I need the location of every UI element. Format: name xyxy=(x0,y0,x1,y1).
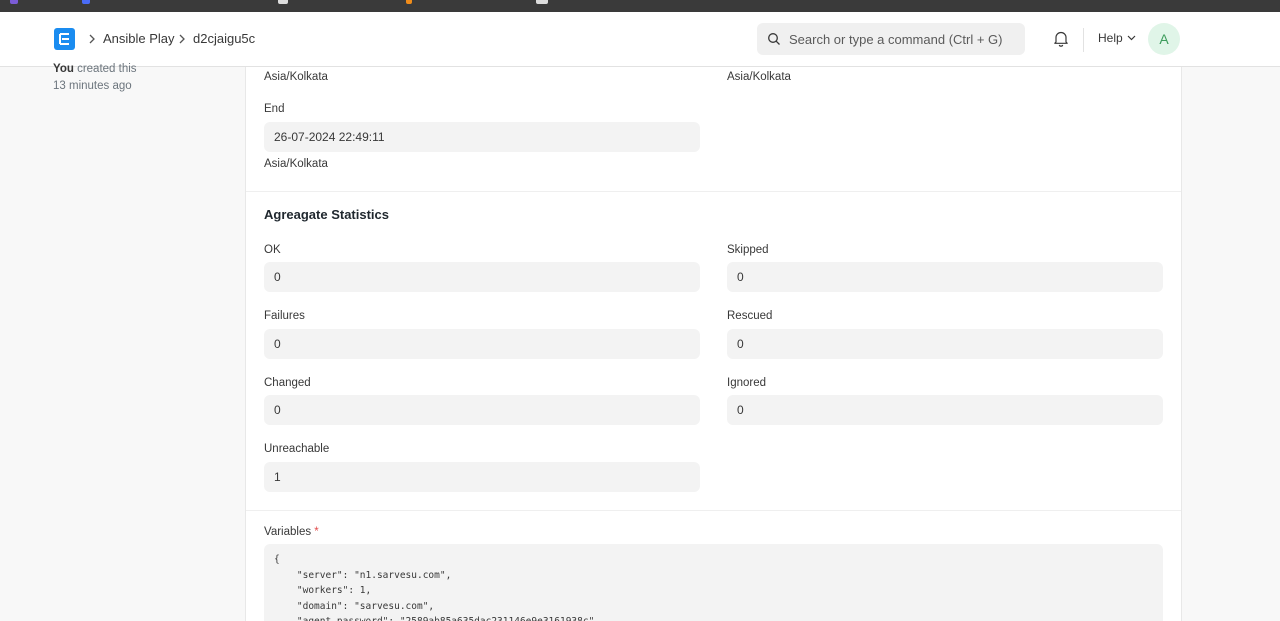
variables-label: Variables * xyxy=(264,525,319,539)
section-divider xyxy=(246,191,1181,192)
navbar-divider xyxy=(1083,28,1084,52)
ok-label: OK xyxy=(264,244,281,256)
variables-label-text: Variables xyxy=(264,526,312,538)
chevron-right-icon xyxy=(179,34,185,44)
breadcrumb-record-id[interactable]: d2cjaigu5c xyxy=(193,31,255,47)
browser-tab-indicator xyxy=(82,0,90,4)
failures-label: Failures xyxy=(264,310,305,322)
help-label: Help xyxy=(1098,31,1123,45)
top-navbar: Ansible Play d2cjaigu5c Search or type a… xyxy=(0,12,1280,67)
bell-icon[interactable] xyxy=(1053,30,1069,47)
ignored-label: Ignored xyxy=(727,377,767,389)
start-timezone-left: Asia/Kolkata xyxy=(264,71,328,83)
browser-tab-strip xyxy=(0,0,1280,12)
browser-tab-indicator xyxy=(536,0,548,4)
aggregate-statistics-title: Agreagate Statistics xyxy=(264,207,389,222)
unreachable-label: Unreachable xyxy=(264,443,330,455)
skipped-field[interactable]: 0 xyxy=(727,262,1163,292)
rescued-field[interactable]: 0 xyxy=(727,329,1163,359)
help-dropdown[interactable]: Help xyxy=(1098,31,1136,45)
search-icon xyxy=(768,33,780,45)
browser-tab-indicator xyxy=(278,0,288,4)
start-timezone-right: Asia/Kolkata xyxy=(727,71,791,83)
required-mark: * xyxy=(314,526,319,538)
form-card: Asia/Kolkata Asia/Kolkata End 26-07-2024… xyxy=(245,67,1182,621)
unreachable-field[interactable]: 1 xyxy=(264,462,700,492)
search-input[interactable]: Search or type a command (Ctrl + G) xyxy=(757,23,1025,55)
created-by: You xyxy=(53,63,74,75)
avatar[interactable]: A xyxy=(1148,23,1180,55)
created-ago: 13 minutes ago xyxy=(53,80,132,92)
rescued-label: Rescued xyxy=(727,310,773,322)
browser-tab-indicator xyxy=(406,0,412,4)
end-timezone: Asia/Kolkata xyxy=(264,158,328,170)
app-logo-icon[interactable] xyxy=(54,28,75,50)
failures-field[interactable]: 0 xyxy=(264,329,700,359)
ok-field[interactable]: 0 xyxy=(264,262,700,292)
chevron-down-icon xyxy=(1127,35,1136,41)
breadcrumb-ansible-play[interactable]: Ansible Play xyxy=(103,31,175,47)
created-text: created this xyxy=(77,63,137,75)
changed-field[interactable]: 0 xyxy=(264,395,700,425)
search-placeholder: Search or type a command (Ctrl + G) xyxy=(789,32,1003,47)
end-label: End xyxy=(264,103,285,115)
created-info: You created this 13 minutes ago xyxy=(53,61,137,94)
changed-label: Changed xyxy=(264,377,311,389)
section-divider xyxy=(246,510,1181,511)
chevron-right-icon xyxy=(89,34,95,44)
variables-code-editor[interactable]: { "server": "n1.sarvesu.com", "workers":… xyxy=(264,544,1163,621)
browser-tab-indicator xyxy=(10,0,18,4)
skipped-label: Skipped xyxy=(727,244,769,256)
end-field[interactable]: 26-07-2024 22:49:11 xyxy=(264,122,700,152)
ignored-field[interactable]: 0 xyxy=(727,395,1163,425)
